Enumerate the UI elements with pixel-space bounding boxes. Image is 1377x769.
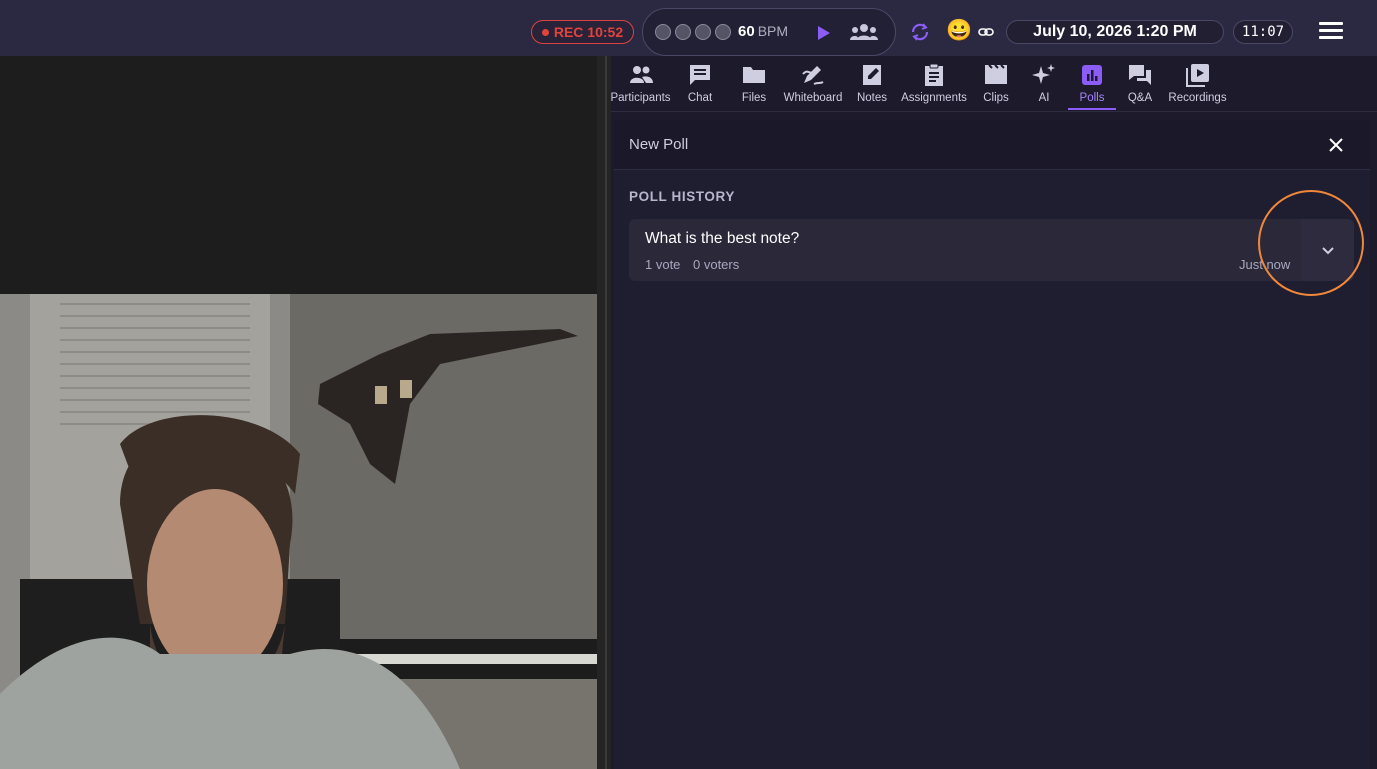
beat-indicator[interactable]	[715, 24, 731, 40]
clock-display: 11:07	[1233, 20, 1293, 44]
poll-voter-count: 0 voters	[693, 257, 740, 272]
notes-icon	[863, 65, 881, 85]
poll-timestamp: Just now	[1239, 257, 1291, 272]
participant-video[interactable]	[0, 294, 597, 769]
emoji-reaction-button[interactable]: 😀	[946, 19, 972, 43]
bpm-value: 60	[738, 23, 755, 40]
tab-label: Whiteboard	[783, 92, 843, 104]
qa-icon	[1129, 65, 1151, 85]
tab-qa[interactable]: Q&A	[1116, 56, 1164, 112]
expand-poll-button[interactable]	[1301, 219, 1354, 281]
tab-label: Assignments	[901, 92, 967, 104]
tab-bar-divider	[611, 111, 1377, 112]
play-icon[interactable]	[813, 23, 833, 43]
bpm-display[interactable]: 60 BPM	[738, 23, 788, 40]
tab-recordings[interactable]: Recordings	[1164, 56, 1231, 112]
poll-vote-count: 1 vote	[645, 257, 681, 272]
tab-label: Polls	[1079, 92, 1105, 104]
session-datetime[interactable]: July 10, 2026 1:20 PM	[1006, 20, 1224, 44]
tab-polls[interactable]: Polls	[1068, 56, 1116, 112]
sparkle-icon	[1032, 64, 1055, 84]
participants-icon	[629, 66, 653, 83]
video-frame-image	[0, 294, 597, 769]
beat-indicator[interactable]	[675, 24, 691, 40]
tab-label: AI	[1038, 92, 1050, 104]
recording-timer: REC 10:52	[553, 24, 624, 40]
beat-indicator[interactable]	[655, 24, 671, 40]
close-icon[interactable]	[1327, 136, 1345, 154]
folder-icon	[743, 67, 765, 83]
side-panel: Participants Chat Files Whiteboard Notes…	[610, 56, 1377, 769]
tab-label: Notes	[856, 92, 888, 104]
clips-icon	[985, 64, 1007, 84]
recordings-icon	[1185, 64, 1209, 87]
tab-label: Clips	[983, 92, 1009, 104]
tab-chat[interactable]: Chat	[670, 56, 730, 112]
tab-bar: Participants Chat Files Whiteboard Notes…	[610, 56, 1377, 112]
top-bar: REC 10:52 60 BPM 😀 July 10, 2026 1:20 PM …	[0, 0, 1377, 56]
tab-notes[interactable]: Notes	[848, 56, 896, 112]
new-poll-title[interactable]: New Poll	[629, 136, 688, 153]
tab-label: Recordings	[1168, 92, 1227, 104]
link-icon[interactable]	[978, 25, 994, 39]
tab-participants[interactable]: Participants	[610, 56, 671, 112]
record-dot-icon	[541, 28, 549, 36]
tab-whiteboard[interactable]: Whiteboard	[778, 56, 848, 112]
metronome-control: 60 BPM	[642, 8, 896, 56]
tab-label: Q&A	[1127, 92, 1153, 104]
tab-label: Files	[741, 92, 767, 104]
bpm-unit: BPM	[757, 23, 789, 39]
poll-question: What is the best note?	[645, 230, 800, 247]
chevron-down-icon	[1322, 247, 1334, 255]
new-poll-header: New Poll	[614, 120, 1370, 170]
tab-clips[interactable]: Clips	[972, 56, 1020, 112]
recording-indicator[interactable]: REC 10:52	[531, 20, 634, 44]
tab-label: Participants	[610, 92, 671, 104]
assignments-icon	[925, 63, 943, 86]
chat-icon	[690, 65, 710, 85]
tab-assignments[interactable]: Assignments	[896, 56, 972, 112]
polls-panel: New Poll POLL HISTORY What is the best n…	[614, 120, 1370, 769]
hamburger-menu-icon[interactable]	[1319, 22, 1343, 42]
poll-history-item[interactable]: What is the best note? 1 vote 0 voters J…	[629, 219, 1354, 281]
polls-icon	[1082, 65, 1102, 85]
poll-history-heading: POLL HISTORY	[629, 189, 735, 204]
sync-icon[interactable]	[909, 21, 931, 43]
beat-indicator[interactable]	[695, 24, 711, 40]
tab-files[interactable]: Files	[730, 56, 778, 112]
tab-ai[interactable]: AI	[1020, 56, 1068, 112]
tab-label: Chat	[687, 92, 713, 104]
group-icon[interactable]	[849, 21, 879, 45]
whiteboard-icon	[802, 66, 824, 85]
